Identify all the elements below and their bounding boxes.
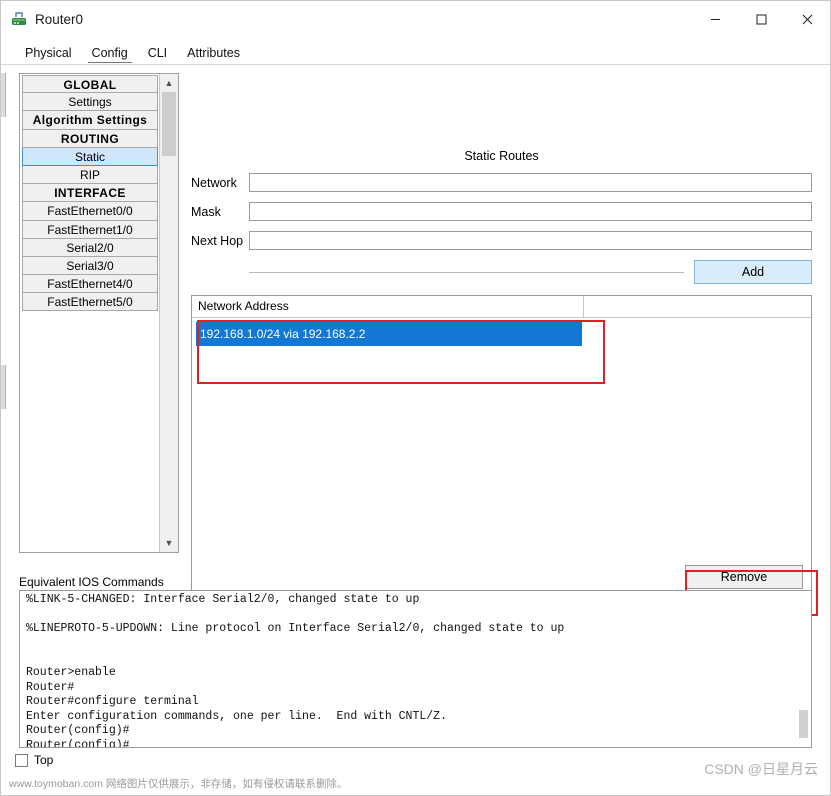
remove-button-wrap: Remove xyxy=(685,565,803,589)
ios-commands-text: %LINK-5-CHANGED: Interface Serial2/0, ch… xyxy=(26,593,565,748)
table-header: Network Address xyxy=(192,296,811,318)
divider xyxy=(249,271,684,273)
router-config-window: Router0 Physical Config CLI Attributes G… xyxy=(0,0,831,796)
minimize-button[interactable] xyxy=(692,1,738,37)
sidebar-item-rip[interactable]: RIP xyxy=(22,165,158,185)
sidebar-list: GLOBAL Settings Algorithm Settings ROUTI… xyxy=(21,75,159,312)
mask-label: Mask xyxy=(191,204,221,219)
top-label: Top xyxy=(34,753,54,767)
edge-marker-top xyxy=(1,73,6,117)
sidebar-item-fastethernet0-0[interactable]: FastEthernet0/0 xyxy=(22,202,158,221)
window-controls xyxy=(692,1,830,37)
window-footer: Top www.toymoban.com 网络图片仅供展示，非存储，如有侵权请联… xyxy=(1,751,830,795)
table-row[interactable]: 192.168.1.0/24 via 192.168.2.2 xyxy=(196,322,582,346)
tab-config[interactable]: Config xyxy=(82,44,138,64)
window-title: Router0 xyxy=(35,11,84,27)
edge-marker-bottom xyxy=(1,365,6,409)
sidebar-item-routing: ROUTING xyxy=(22,129,158,148)
tab-physical[interactable]: Physical xyxy=(15,44,82,64)
ios-scrollbar[interactable] xyxy=(798,592,810,746)
maximize-button[interactable] xyxy=(738,1,784,37)
scroll-down-icon[interactable]: ▼ xyxy=(160,534,178,552)
next-hop-input[interactable] xyxy=(249,231,812,250)
tab-cli[interactable]: CLI xyxy=(138,44,177,64)
sidebar-item-interface: INTERFACE xyxy=(22,184,158,203)
scroll-up-icon[interactable]: ▲ xyxy=(160,74,178,92)
sidebar-item-settings[interactable]: Settings xyxy=(22,93,158,112)
sidebar-scrollbar[interactable]: ▲ ▼ xyxy=(159,74,178,552)
top-checkbox-row[interactable]: Top xyxy=(15,753,53,767)
next-hop-label: Next Hop xyxy=(191,233,244,248)
next-hop-row: Next Hop xyxy=(191,231,812,250)
sidebar-item-global: GLOBAL xyxy=(22,75,158,94)
mask-input[interactable] xyxy=(249,202,812,221)
top-checkbox[interactable] xyxy=(15,753,28,767)
sidebar-item-fastethernet1-0[interactable]: FastEthernet1/0 xyxy=(22,220,158,239)
tab-attributes[interactable]: Attributes xyxy=(177,44,250,64)
network-label: Network xyxy=(191,175,237,190)
sidebar-item-fastethernet4-0[interactable]: FastEthernet4/0 xyxy=(22,275,158,294)
close-button[interactable] xyxy=(784,1,830,37)
column-network-address: Network Address xyxy=(192,296,584,317)
add-button[interactable]: Add xyxy=(694,260,812,284)
sidebar-item-algorithm-settings[interactable]: Algorithm Settings xyxy=(22,111,158,130)
watermark-left: www.toymoban.com 网络图片仅供展示，非存储，如有侵权请联系删除。 xyxy=(9,778,348,790)
network-input[interactable] xyxy=(249,173,812,192)
static-routes-table: Network Address 192.168.1.0/24 via 192.1… xyxy=(191,295,812,597)
sidebar-item-serial2-0[interactable]: Serial2/0 xyxy=(22,238,158,257)
tab-bar: Physical Config CLI Attributes xyxy=(1,38,830,65)
network-row: Network xyxy=(191,173,812,192)
ios-commands-box[interactable]: %LINK-5-CHANGED: Interface Serial2/0, ch… xyxy=(19,590,812,748)
add-row: Add xyxy=(191,260,812,284)
ios-commands-label: Equivalent IOS Commands xyxy=(19,575,164,589)
watermark-right: CSDN @日星月云 xyxy=(704,761,818,777)
sidebar-item-serial3-0[interactable]: Serial3/0 xyxy=(22,256,158,276)
sidebar-item-static[interactable]: Static xyxy=(22,147,158,166)
title-bar: Router0 xyxy=(1,1,830,38)
config-sidebar: GLOBAL Settings Algorithm Settings ROUTI… xyxy=(19,73,179,553)
mask-row: Mask xyxy=(191,202,812,221)
ios-scroll-thumb[interactable] xyxy=(799,710,808,738)
config-content: GLOBAL Settings Algorithm Settings ROUTI… xyxy=(1,65,830,616)
router-icon xyxy=(11,11,27,27)
sidebar-scroll-thumb[interactable] xyxy=(162,92,176,156)
static-routes-pane: Static Routes Network Mask Next Hop Add … xyxy=(191,73,812,597)
remove-button[interactable]: Remove xyxy=(685,565,803,589)
sidebar-item-fastethernet5-0[interactable]: FastEthernet5/0 xyxy=(22,293,158,312)
page-title: Static Routes xyxy=(464,149,539,163)
